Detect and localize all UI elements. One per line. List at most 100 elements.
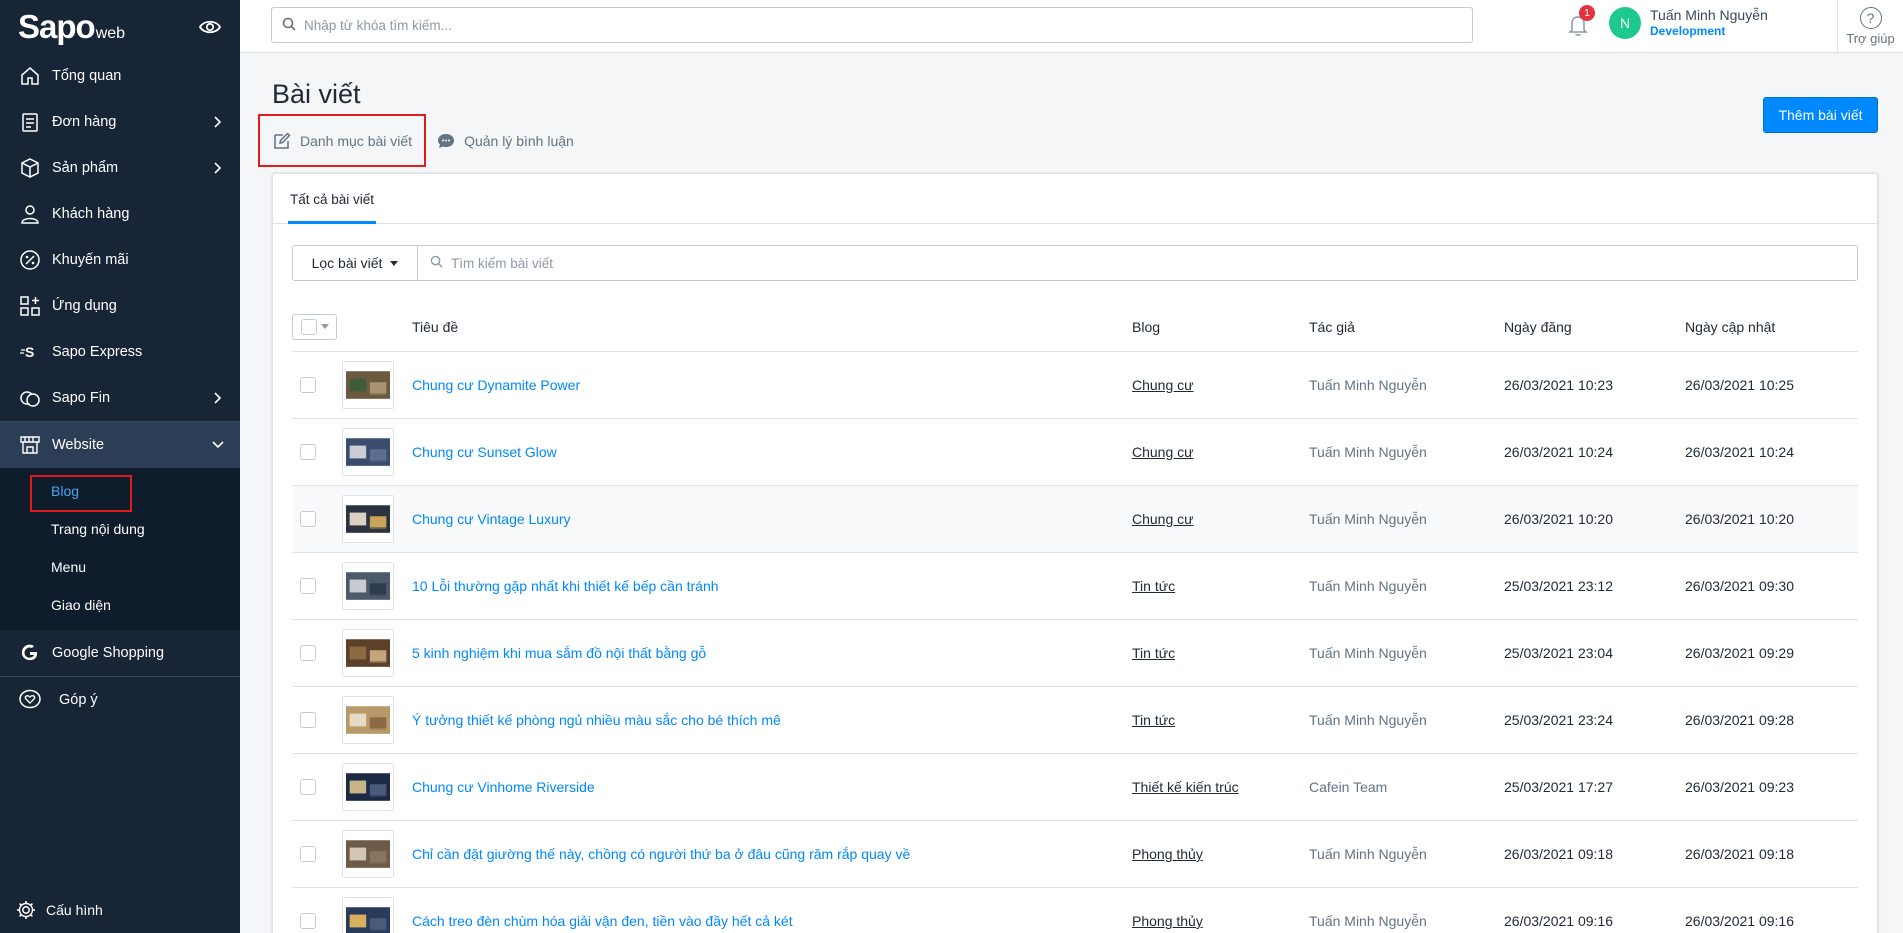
sidebar-item-settings[interactable]: Cấu hình (0, 887, 240, 933)
coins-icon (18, 386, 42, 410)
article-search-input[interactable] (451, 255, 1831, 271)
article-posted-date: 25/03/2021 23:04 (1504, 645, 1613, 661)
article-title-link[interactable]: 10 Lỗi thường gặp nhất khi thiết kế bếp … (412, 578, 719, 594)
article-blog-link[interactable]: Chung cư (1132, 444, 1194, 460)
article-author: Tuấn Minh Nguyễn (1309, 645, 1427, 661)
row-checkbox[interactable] (300, 779, 316, 795)
row-checkbox[interactable] (300, 645, 316, 661)
table-row[interactable]: Chung cư Vinhome Riverside Thiết kế kiến … (292, 754, 1858, 821)
table-row[interactable]: Chung cư Dynamite Power Chung cư Tuấn Minh… (292, 352, 1858, 419)
sidebar-item-products[interactable]: Sản phẩm (0, 145, 240, 191)
filter-label: Lọc bài viết (311, 255, 383, 271)
sidebar-subitem-blog[interactable]: Blog (0, 472, 240, 512)
sidebar-item-orders[interactable]: Đơn hàng (0, 99, 240, 145)
article-blog-link[interactable]: Chung cư (1132, 377, 1194, 393)
row-checkbox[interactable] (300, 846, 316, 862)
sidebar-item-promotions[interactable]: Khuyến mãi (0, 237, 240, 283)
header-blog[interactable]: Blog (1132, 319, 1309, 335)
add-article-button[interactable]: Thêm bài viết (1763, 97, 1878, 133)
article-title-link[interactable]: Chung cư Sunset Glow (412, 444, 557, 460)
sapo-logo[interactable]: Sapo web (18, 8, 125, 46)
categories-link[interactable]: Danh mục bài viết (258, 114, 427, 167)
table-row[interactable]: Ý tưởng thiết kế phòng ngủ nhiều màu sắc… (292, 687, 1858, 754)
user-menu[interactable]: N Tuấn Minh Nguyễn Development (1609, 7, 1768, 39)
google-icon (18, 641, 42, 665)
select-all-checkbox[interactable] (292, 313, 337, 340)
tab-all-articles[interactable]: Tất cả bài viết (288, 174, 377, 224)
article-blog-link[interactable]: Tin tức (1132, 578, 1175, 594)
header-author[interactable]: Tác giả (1309, 319, 1504, 335)
table-row[interactable]: 5 kinh nghiệm khi mua sắm đồ nội thất bằ… (292, 620, 1858, 687)
order-icon (18, 110, 42, 134)
sidebar-subitem-pages[interactable]: Trang nội dung (0, 510, 240, 548)
article-blog-link[interactable]: Tin tức (1132, 645, 1175, 661)
article-title-link[interactable]: Chung cư Vinhome Riverside (412, 779, 595, 795)
article-thumbnail[interactable] (342, 495, 394, 543)
article-thumbnail[interactable] (342, 361, 394, 409)
header-updated[interactable]: Ngày cập nhật (1685, 319, 1855, 335)
article-blog-link[interactable]: Thiết kế kiến trúc (1132, 779, 1239, 795)
sidebar-item-google-shopping[interactable]: Google Shopping (0, 630, 240, 676)
sidebar-item-feedback[interactable]: Góp ý (0, 677, 240, 723)
comments-link[interactable]: Quản lý bình luận (436, 131, 574, 151)
filter-dropdown[interactable]: Lọc bài viết (293, 246, 418, 280)
article-title-link[interactable]: Cách treo đèn chùm hóa giải vận đen, tiề… (412, 913, 793, 929)
article-title-link[interactable]: Chỉ cần đặt giường thế này, chồng có ngư… (412, 846, 910, 862)
table-row[interactable]: Chung cư Sunset Glow Chung cư Tuấn Minh Ng… (292, 419, 1858, 486)
sidebar-item-customers[interactable]: Khách hàng (0, 191, 240, 237)
article-thumbnail[interactable] (342, 696, 394, 744)
article-title-link[interactable]: Chung cư Vintage Luxury (412, 511, 571, 527)
sidebar-item-label: Tổng quan (52, 68, 122, 84)
table-row[interactable]: Cách treo đèn chùm hóa giải vận đen, tiề… (292, 888, 1858, 933)
sidebar: Sapo web Tổng quan Đơn hàng Sản phẩm Khá… (0, 0, 240, 933)
article-thumbnail[interactable] (342, 763, 394, 811)
article-blog-link[interactable]: Phong thủy (1132, 913, 1203, 929)
row-checkbox[interactable] (300, 377, 316, 393)
article-thumbnail[interactable] (342, 562, 394, 610)
row-checkbox[interactable] (300, 578, 316, 594)
sidebar-item-website[interactable]: Website (0, 422, 240, 468)
logo-row: Sapo web (0, 0, 240, 53)
article-blog-link[interactable]: Phong thủy (1132, 846, 1203, 862)
edit-icon (272, 131, 292, 151)
sidebar-subitem-themes[interactable]: Giao diện (0, 586, 240, 624)
table-row[interactable]: Chung cư Vintage Luxury Chung cư Tuấn Minh… (292, 486, 1858, 553)
chevron-right-icon (212, 116, 224, 128)
row-checkbox[interactable] (300, 444, 316, 460)
article-title-link[interactable]: Chung cư Dynamite Power (412, 377, 580, 393)
article-updated-date: 26/03/2021 09:16 (1685, 913, 1794, 929)
sidebar-item-sapo-express[interactable]: S Sapo Express (0, 329, 240, 375)
article-thumbnail[interactable] (342, 629, 394, 677)
article-author: Tuấn Minh Nguyễn (1309, 377, 1427, 393)
row-checkbox[interactable] (300, 511, 316, 527)
help-button[interactable]: ? Trợ giúp (1837, 0, 1903, 53)
article-author: Tuấn Minh Nguyễn (1309, 444, 1427, 460)
article-title-link[interactable]: Ý tưởng thiết kế phòng ngủ nhiều màu sắc… (412, 712, 781, 728)
header-posted[interactable]: Ngày đăng (1504, 319, 1685, 335)
article-author: Tuấn Minh Nguyễn (1309, 712, 1427, 728)
checkbox (300, 318, 317, 335)
sidebar-item-sapo-fin[interactable]: Sapo Fin (0, 375, 240, 421)
article-thumbnail[interactable] (342, 428, 394, 476)
search-icon (430, 255, 443, 271)
row-checkbox[interactable] (300, 712, 316, 728)
article-thumbnail[interactable] (342, 897, 394, 933)
table-row[interactable]: 10 Lỗi thường gặp nhất khi thiết kế bếp … (292, 553, 1858, 620)
comments-link-label: Quản lý bình luận (464, 132, 574, 149)
sidebar-item-overview[interactable]: Tổng quan (0, 53, 240, 99)
global-search-input[interactable] (304, 17, 1454, 33)
sidebar-item-apps[interactable]: Ứng dụng (0, 283, 240, 329)
eye-icon[interactable] (198, 15, 222, 39)
user-icon (18, 202, 42, 226)
sidebar-subitem-menu[interactable]: Menu (0, 548, 240, 586)
article-title-link[interactable]: 5 kinh nghiệm khi mua sắm đồ nội thất bằ… (412, 645, 706, 661)
sidebar-item-label: Website (52, 437, 105, 453)
home-icon (18, 64, 42, 88)
apps-icon (18, 294, 42, 318)
article-blog-link[interactable]: Chung cư (1132, 511, 1194, 527)
article-blog-link[interactable]: Tin tức (1132, 712, 1175, 728)
table-row[interactable]: Chỉ cần đặt giường thế này, chồng có ngư… (292, 821, 1858, 888)
article-thumbnail[interactable] (342, 830, 394, 878)
header-title[interactable]: Tiêu đề (412, 319, 1132, 335)
row-checkbox[interactable] (300, 913, 316, 929)
